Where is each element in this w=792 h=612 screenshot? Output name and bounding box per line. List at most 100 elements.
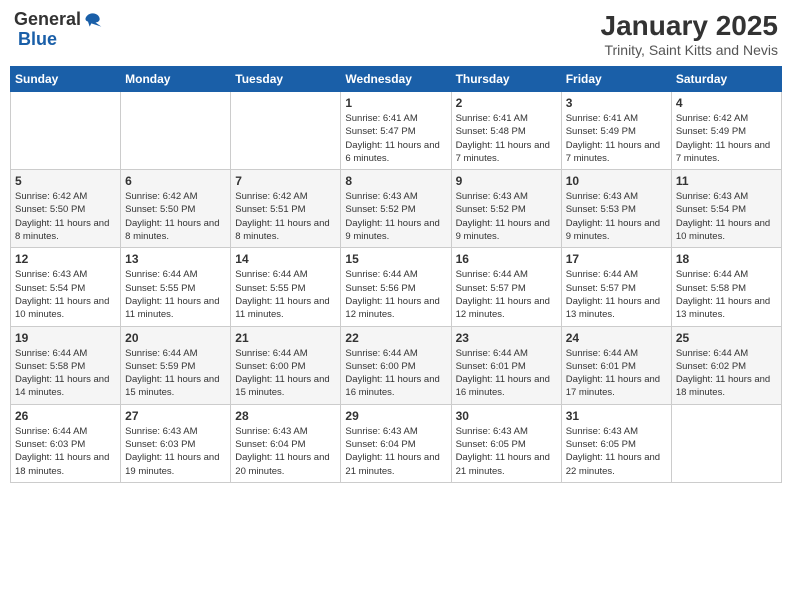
week-row-5: 26Sunrise: 6:44 AM Sunset: 6:03 PM Dayli… xyxy=(11,404,782,482)
day-info: Sunrise: 6:44 AM Sunset: 5:59 PM Dayligh… xyxy=(125,347,226,400)
day-info: Sunrise: 6:44 AM Sunset: 5:55 PM Dayligh… xyxy=(235,268,336,321)
day-number: 25 xyxy=(676,331,777,345)
day-number: 27 xyxy=(125,409,226,423)
empty-cell xyxy=(231,92,341,170)
day-cell-11: 11Sunrise: 6:43 AM Sunset: 5:54 PM Dayli… xyxy=(671,170,781,248)
day-number: 7 xyxy=(235,174,336,188)
day-info: Sunrise: 6:44 AM Sunset: 6:01 PM Dayligh… xyxy=(566,347,667,400)
weekday-friday: Friday xyxy=(561,67,671,92)
week-row-3: 12 Sunrise: 6:43 AM Sunset: 5:54 PM Dayli… xyxy=(11,248,782,326)
day-number: 22 xyxy=(345,331,446,345)
page-header: General Blue January 2025 Trinity, Saint… xyxy=(10,10,782,58)
day-info: Sunrise: 6:44 AM Sunset: 5:57 PM Dayligh… xyxy=(456,268,557,321)
title-block: January 2025 Trinity, Saint Kitts and Ne… xyxy=(601,10,778,58)
day-number: 17 xyxy=(566,252,667,266)
day-info: Sunrise: 6:41 AM Sunset: 5:48 PM Dayligh… xyxy=(456,112,557,165)
day-number: 10 xyxy=(566,174,667,188)
day-number: 13 xyxy=(125,252,226,266)
day-info: Sunrise: 6:43 AM Sunset: 5:52 PM Dayligh… xyxy=(345,190,446,243)
day-info: Sunrise: 6:42 AM Sunset: 5:49 PM Dayligh… xyxy=(676,112,777,165)
week-row-4: 19 Sunrise: 6:44 AM Sunset: 5:58 PM Dayli… xyxy=(11,326,782,404)
day-number: 8 xyxy=(345,174,446,188)
day-info: Sunrise: 6:44 AM Sunset: 6:00 PM Dayligh… xyxy=(235,347,336,400)
day-number: 19 xyxy=(15,331,116,345)
day-cell-28: 28 Sunrise: 6:43 AM Sunset: 6:04 PM Dayli… xyxy=(231,404,341,482)
day-number: 28 xyxy=(235,409,336,423)
day-info: Sunrise: 6:44 AM Sunset: 5:58 PM Dayligh… xyxy=(676,268,777,321)
day-info: Sunrise: 6:41 AM Sunset: 5:47 PM Dayligh… xyxy=(345,112,446,165)
day-info: Sunrise: 6:44 AM Sunset: 5:56 PM Dayligh… xyxy=(345,268,446,321)
day-cell-30: 30Sunrise: 6:43 AM Sunset: 6:05 PM Dayli… xyxy=(451,404,561,482)
day-info: Sunrise: 6:43 AM Sunset: 5:53 PM Dayligh… xyxy=(566,190,667,243)
day-info: Sunrise: 6:43 AM Sunset: 6:04 PM Dayligh… xyxy=(235,425,336,478)
weekday-tuesday: Tuesday xyxy=(231,67,341,92)
day-number: 29 xyxy=(345,409,446,423)
day-cell-12: 12 Sunrise: 6:43 AM Sunset: 5:54 PM Dayli… xyxy=(11,248,121,326)
day-cell-26: 26Sunrise: 6:44 AM Sunset: 6:03 PM Dayli… xyxy=(11,404,121,482)
logo-blue: Blue xyxy=(18,29,57,49)
day-number: 21 xyxy=(235,331,336,345)
day-number: 1 xyxy=(345,96,446,110)
day-cell-20: 20 Sunrise: 6:44 AM Sunset: 5:59 PM Dayli… xyxy=(121,326,231,404)
day-cell-29: 29 Sunrise: 6:43 AM Sunset: 6:04 PM Dayli… xyxy=(341,404,451,482)
week-row-1: 1 Sunrise: 6:41 AM Sunset: 5:47 PM Daylig… xyxy=(11,92,782,170)
day-cell-4: 4 Sunrise: 6:42 AM Sunset: 5:49 PM Daylig… xyxy=(671,92,781,170)
empty-cell xyxy=(11,92,121,170)
day-cell-15: 15 Sunrise: 6:44 AM Sunset: 5:56 PM Dayli… xyxy=(341,248,451,326)
day-number: 20 xyxy=(125,331,226,345)
day-number: 30 xyxy=(456,409,557,423)
day-info: Sunrise: 6:44 AM Sunset: 5:58 PM Dayligh… xyxy=(15,347,116,400)
day-cell-2: 2Sunrise: 6:41 AM Sunset: 5:48 PM Daylig… xyxy=(451,92,561,170)
day-number: 4 xyxy=(676,96,777,110)
day-number: 31 xyxy=(566,409,667,423)
day-info: Sunrise: 6:42 AM Sunset: 5:50 PM Dayligh… xyxy=(125,190,226,243)
day-cell-5: 5 Sunrise: 6:42 AM Sunset: 5:50 PM Daylig… xyxy=(11,170,121,248)
day-info: Sunrise: 6:44 AM Sunset: 5:55 PM Dayligh… xyxy=(125,268,226,321)
logo-bird-icon xyxy=(83,10,103,30)
day-cell-9: 9Sunrise: 6:43 AM Sunset: 5:52 PM Daylig… xyxy=(451,170,561,248)
day-cell-23: 23Sunrise: 6:44 AM Sunset: 6:01 PM Dayli… xyxy=(451,326,561,404)
day-info: Sunrise: 6:43 AM Sunset: 6:03 PM Dayligh… xyxy=(125,425,226,478)
day-info: Sunrise: 6:43 AM Sunset: 6:05 PM Dayligh… xyxy=(566,425,667,478)
empty-cell xyxy=(671,404,781,482)
day-cell-3: 3Sunrise: 6:41 AM Sunset: 5:49 PM Daylig… xyxy=(561,92,671,170)
day-info: Sunrise: 6:43 AM Sunset: 6:04 PM Dayligh… xyxy=(345,425,446,478)
day-number: 3 xyxy=(566,96,667,110)
day-number: 15 xyxy=(345,252,446,266)
day-number: 24 xyxy=(566,331,667,345)
day-cell-18: 18 Sunrise: 6:44 AM Sunset: 5:58 PM Dayli… xyxy=(671,248,781,326)
day-info: Sunrise: 6:44 AM Sunset: 6:00 PM Dayligh… xyxy=(345,347,446,400)
day-cell-16: 16Sunrise: 6:44 AM Sunset: 5:57 PM Dayli… xyxy=(451,248,561,326)
day-number: 14 xyxy=(235,252,336,266)
day-cell-7: 7Sunrise: 6:42 AM Sunset: 5:51 PM Daylig… xyxy=(231,170,341,248)
day-info: Sunrise: 6:43 AM Sunset: 5:54 PM Dayligh… xyxy=(15,268,116,321)
weekday-monday: Monday xyxy=(121,67,231,92)
day-cell-25: 25Sunrise: 6:44 AM Sunset: 6:02 PM Dayli… xyxy=(671,326,781,404)
day-cell-8: 8 Sunrise: 6:43 AM Sunset: 5:52 PM Daylig… xyxy=(341,170,451,248)
day-number: 12 xyxy=(15,252,116,266)
weekday-thursday: Thursday xyxy=(451,67,561,92)
day-cell-31: 31 Sunrise: 6:43 AM Sunset: 6:05 PM Dayli… xyxy=(561,404,671,482)
logo-general: General xyxy=(14,10,81,30)
day-cell-6: 6 Sunrise: 6:42 AM Sunset: 5:50 PM Daylig… xyxy=(121,170,231,248)
day-cell-21: 21 Sunrise: 6:44 AM Sunset: 6:00 PM Dayli… xyxy=(231,326,341,404)
day-number: 23 xyxy=(456,331,557,345)
day-number: 11 xyxy=(676,174,777,188)
day-number: 9 xyxy=(456,174,557,188)
day-cell-14: 14 Sunrise: 6:44 AM Sunset: 5:55 PM Dayli… xyxy=(231,248,341,326)
week-row-2: 5 Sunrise: 6:42 AM Sunset: 5:50 PM Daylig… xyxy=(11,170,782,248)
day-info: Sunrise: 6:44 AM Sunset: 6:03 PM Dayligh… xyxy=(15,425,116,478)
day-cell-19: 19 Sunrise: 6:44 AM Sunset: 5:58 PM Dayli… xyxy=(11,326,121,404)
empty-cell xyxy=(121,92,231,170)
day-cell-17: 17Sunrise: 6:44 AM Sunset: 5:57 PM Dayli… xyxy=(561,248,671,326)
day-cell-13: 13 Sunrise: 6:44 AM Sunset: 5:55 PM Dayli… xyxy=(121,248,231,326)
day-number: 6 xyxy=(125,174,226,188)
day-cell-22: 22 Sunrise: 6:44 AM Sunset: 6:00 PM Dayli… xyxy=(341,326,451,404)
day-cell-27: 27 Sunrise: 6:43 AM Sunset: 6:03 PM Dayli… xyxy=(121,404,231,482)
weekday-saturday: Saturday xyxy=(671,67,781,92)
day-number: 18 xyxy=(676,252,777,266)
day-number: 5 xyxy=(15,174,116,188)
day-info: Sunrise: 6:42 AM Sunset: 5:50 PM Dayligh… xyxy=(15,190,116,243)
weekday-header-row: SundayMondayTuesdayWednesdayThursdayFrid… xyxy=(11,67,782,92)
day-cell-1: 1 Sunrise: 6:41 AM Sunset: 5:47 PM Daylig… xyxy=(341,92,451,170)
